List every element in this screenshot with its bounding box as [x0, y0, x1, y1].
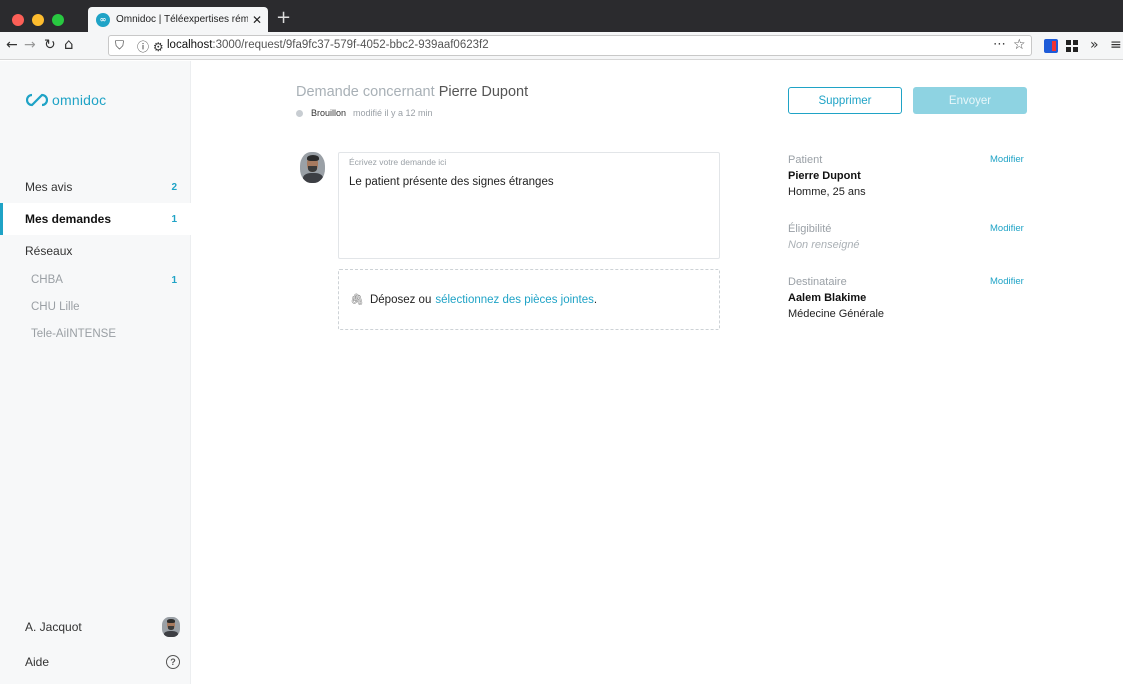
composer-text: Le patient présente des signes étranges — [349, 176, 554, 188]
back-arrow-icon[interactable]: ← — [6, 37, 18, 53]
url-text[interactable]: localhost:3000/request/9fa9fc37-579f-405… — [167, 39, 489, 51]
close-window-button[interactable] — [12, 14, 24, 26]
recipient-name: Aalem Blakime — [788, 292, 867, 304]
user-name: A. Jacquot — [25, 620, 82, 634]
paperclip-icon: 🖇 — [350, 293, 364, 306]
modified-time: modifié il y a 12 min — [353, 108, 433, 118]
dropzone-text: Déposez ou — [369, 293, 432, 306]
sidebar-network-chba[interactable]: CHBA 1 — [0, 267, 191, 293]
patient-name: Pierre Dupont — [788, 170, 861, 182]
author-avatar — [300, 152, 325, 183]
forward-arrow-icon[interactable]: → — [24, 37, 36, 53]
select-attachments-link[interactable]: sélectionnez des pièces jointes — [435, 294, 594, 306]
tab-title: Omnidoc | Téléexpertises rému — [116, 14, 248, 25]
sidebar-item-label: Mes demandes — [25, 212, 112, 226]
page-title: Demande concernant Pierre Dupont — [296, 84, 528, 100]
bookmark-star-icon[interactable]: ☆ — [1013, 37, 1026, 53]
patient-label: Patient — [788, 154, 823, 166]
network-label: CHU Lille — [31, 301, 80, 313]
sidebar-item-mes-avis[interactable]: Mes avis 2 — [0, 171, 191, 203]
status-badge: Brouillon — [311, 108, 347, 118]
omnidoc-logo[interactable]: omnidoc — [26, 92, 106, 108]
maximize-window-button[interactable] — [52, 14, 64, 26]
sidebar-network-chu-lille[interactable]: CHU Lille — [0, 294, 191, 320]
title-patient-name: Pierre Dupont — [438, 84, 529, 100]
site-info-icon[interactable]: ⓘ ⚙ — [137, 38, 164, 55]
eligibility-label: Éligibilité — [788, 223, 832, 235]
close-tab-icon[interactable]: ✕ — [252, 13, 262, 27]
user-avatar — [162, 617, 180, 637]
logo-text: omnidoc — [52, 92, 107, 108]
title-prefix: Demande concernant — [296, 84, 435, 100]
sidebar-item-mes-demandes[interactable]: Mes demandes 1 — [0, 203, 191, 235]
sidebar-item-count: 1 — [171, 213, 177, 225]
send-button[interactable]: Envoyer — [913, 87, 1027, 114]
sidebar-item-reseaux[interactable]: Réseaux — [0, 235, 191, 267]
recipient-label: Destinataire — [788, 276, 847, 288]
browser-tab-bar: ∞ Omnidoc | Téléexpertises rému ✕ + — [0, 0, 1123, 32]
reload-icon[interactable]: ↻ — [44, 37, 56, 53]
network-label: Tele-AiINTENSE — [31, 328, 116, 340]
page-actions-icon[interactable]: ⋯ — [993, 37, 1006, 52]
edit-recipient-link[interactable]: Modifier — [990, 276, 1024, 287]
network-label: CHBA — [31, 274, 63, 286]
new-tab-icon[interactable]: + — [276, 9, 291, 27]
request-status: Brouillon modifié il y a 12 min — [296, 108, 433, 118]
address-bar[interactable]: ⛉ ⓘ ⚙ localhost:3000/request/9fa9fc37-57… — [108, 35, 1032, 56]
network-count: 1 — [171, 274, 177, 286]
delete-button[interactable]: Supprimer — [788, 87, 902, 114]
eligibility-value: Non renseigné — [788, 239, 860, 251]
browser-tab[interactable]: ∞ Omnidoc | Téléexpertises rému ✕ — [88, 7, 268, 32]
browser-nav-bar: ← → ↻ ⌂ ⛉ ⓘ ⚙ localhost:3000/request/9fa… — [0, 32, 1123, 60]
url-host: localhost — [167, 39, 213, 51]
attachments-dropzone[interactable]: 🖇 Déposez ou sélectionnez des pièces joi… — [338, 269, 720, 330]
edit-eligibility-link[interactable]: Modifier — [990, 223, 1024, 234]
sidebar-item-label: Mes avis — [25, 180, 73, 194]
home-icon[interactable]: ⌂ — [64, 36, 74, 52]
sidebar-network-tele-aiintense[interactable]: Tele-AiINTENSE — [0, 321, 191, 347]
tracking-shield-icon[interactable]: ⛉ — [115, 38, 124, 53]
extension-grid-icon[interactable] — [1066, 40, 1078, 52]
omnidoc-favicon-icon: ∞ — [96, 12, 110, 27]
user-menu[interactable]: A. Jacquot — [25, 612, 180, 642]
status-dot-icon — [296, 109, 303, 117]
edit-patient-link[interactable]: Modifier — [990, 154, 1024, 165]
overflow-chevron-icon[interactable]: » — [1090, 37, 1099, 53]
help-link[interactable]: Aide ? — [25, 652, 180, 672]
recipient-specialty: Médecine Générale — [788, 308, 885, 320]
help-icon: ? — [166, 655, 180, 669]
hamburger-menu-icon[interactable]: ≡ — [1110, 37, 1122, 53]
help-label: Aide — [25, 655, 50, 669]
dropzone-suffix: . — [593, 293, 598, 306]
request-text-area[interactable]: Écrivez votre demande ici Le patient pré… — [338, 152, 720, 259]
patient-info: Homme, 25 ans — [788, 186, 866, 198]
extension-icon[interactable] — [1044, 39, 1058, 53]
sidebar-item-count: 2 — [171, 181, 177, 193]
sidebar-item-label: Réseaux — [25, 244, 73, 258]
minimize-window-button[interactable] — [32, 14, 44, 26]
composer-placeholder: Écrivez votre demande ici — [349, 157, 447, 167]
sidebar: omnidoc Mes avis 2 Mes demandes 1 Réseau… — [0, 61, 191, 684]
url-path: :3000/request/9fa9fc37-579f-4052-bbc2-93… — [212, 39, 489, 51]
omnidoc-logo-icon — [26, 93, 48, 107]
